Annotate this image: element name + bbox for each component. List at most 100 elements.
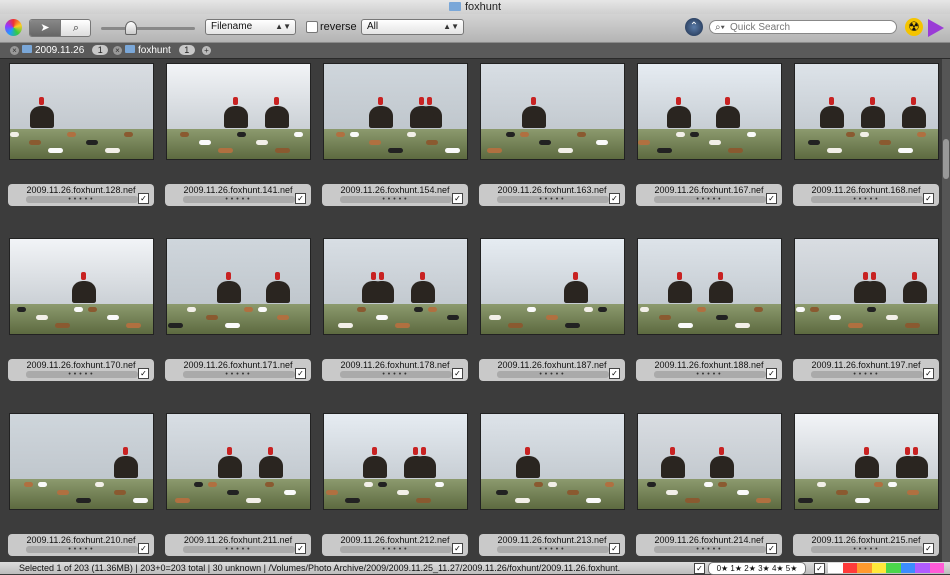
scrollbar-thumb[interactable]: [943, 139, 949, 179]
star-rating[interactable]: •••••: [497, 371, 609, 378]
star-rating[interactable]: •••••: [497, 546, 609, 553]
thumbnail-cell[interactable]: 2009.11.26.foxhunt.214.nef ••••• ✓: [636, 409, 782, 561]
photo-thumbnail[interactable]: [10, 64, 153, 159]
thumbnail-cell[interactable]: 2009.11.26.foxhunt.168.nef ••••• ✓: [793, 59, 939, 211]
color-label-swatch[interactable]: [886, 563, 901, 573]
star-rating[interactable]: •••••: [811, 196, 923, 203]
thumbnail-select-checkbox[interactable]: ✓: [138, 193, 149, 204]
filter-select[interactable]: All ▲▼: [361, 19, 464, 35]
close-tab-icon[interactable]: ×: [10, 46, 19, 55]
star-rating[interactable]: •••••: [654, 546, 766, 553]
reverse-checkbox[interactable]: [306, 21, 318, 33]
thumbnail-select-checkbox[interactable]: ✓: [138, 543, 149, 554]
photo-thumbnail[interactable]: [324, 239, 467, 334]
navigation-circle-icon[interactable]: ⌃: [685, 18, 703, 36]
close-tab-icon[interactable]: ×: [113, 46, 122, 55]
thumbnail-select-checkbox[interactable]: ✓: [766, 193, 777, 204]
thumbnail-select-checkbox[interactable]: ✓: [452, 543, 463, 554]
thumbnail-select-checkbox[interactable]: ✓: [609, 193, 620, 204]
star-rating[interactable]: •••••: [340, 196, 452, 203]
star-rating[interactable]: •••••: [340, 546, 452, 553]
photo-thumbnail[interactable]: [481, 239, 624, 334]
tool-mode-segmented-control[interactable]: ➤ ⌕: [29, 19, 91, 37]
color-label-swatch[interactable]: [900, 563, 915, 573]
thumbnail-cell[interactable]: 2009.11.26.foxhunt.213.nef ••••• ✓: [479, 409, 625, 561]
photo-thumbnail[interactable]: [167, 239, 310, 334]
thumbnail-select-checkbox[interactable]: ✓: [923, 193, 934, 204]
star-rating[interactable]: •••••: [183, 196, 295, 203]
thumbnail-size-slider[interactable]: [101, 27, 195, 30]
photo-thumbnail[interactable]: [795, 64, 938, 159]
thumbnail-select-checkbox[interactable]: ✓: [923, 543, 934, 554]
photo-thumbnail[interactable]: [481, 414, 624, 509]
color-label-swatch[interactable]: [857, 563, 872, 573]
thumbnail-cell[interactable]: 2009.11.26.foxhunt.211.nef ••••• ✓: [165, 409, 311, 561]
thumbnail-select-checkbox[interactable]: ✓: [452, 193, 463, 204]
color-label-swatch[interactable]: [929, 563, 944, 573]
star-rating[interactable]: •••••: [811, 371, 923, 378]
add-tab-button[interactable]: +: [202, 44, 214, 57]
thumbnail-cell[interactable]: 2009.11.26.foxhunt.188.nef ••••• ✓: [636, 234, 782, 386]
photo-thumbnail[interactable]: [638, 414, 781, 509]
star-rating[interactable]: •••••: [26, 196, 138, 203]
thumbnail-cell[interactable]: 2009.11.26.foxhunt.210.nef ••••• ✓: [8, 409, 154, 561]
photo-thumbnail[interactable]: [638, 64, 781, 159]
thumbnail-cell[interactable]: 2009.11.26.foxhunt.178.nef ••••• ✓: [322, 234, 468, 386]
thumbnail-select-checkbox[interactable]: ✓: [766, 368, 777, 379]
thumbnail-cell[interactable]: 2009.11.26.foxhunt.128.nef ••••• ✓: [8, 59, 154, 211]
photo-thumbnail[interactable]: [167, 414, 310, 509]
thumbnail-select-checkbox[interactable]: ✓: [295, 193, 306, 204]
photo-thumbnail[interactable]: [481, 64, 624, 159]
radiation-icon[interactable]: ☢: [905, 18, 923, 36]
thumbnail-select-checkbox[interactable]: ✓: [138, 368, 149, 379]
zoom-tool-icon[interactable]: ⌕: [60, 20, 91, 36]
photo-thumbnail[interactable]: [167, 64, 310, 159]
star-rating[interactable]: •••••: [811, 546, 923, 553]
star-rating[interactable]: •••••: [497, 196, 609, 203]
thumbnail-select-checkbox[interactable]: ✓: [923, 368, 934, 379]
photo-thumbnail[interactable]: [638, 239, 781, 334]
photo-thumbnail[interactable]: [10, 414, 153, 509]
color-label-swatch[interactable]: [828, 563, 843, 573]
star-rating[interactable]: •••••: [654, 371, 766, 378]
star-rating[interactable]: •••••: [183, 546, 295, 553]
thumbnail-cell[interactable]: 2009.11.26.foxhunt.170.nef ••••• ✓: [8, 234, 154, 386]
thumbnail-cell[interactable]: 2009.11.26.foxhunt.141.nef ••••• ✓: [165, 59, 311, 211]
thumbnail-cell[interactable]: 2009.11.26.foxhunt.212.nef ••••• ✓: [322, 409, 468, 561]
star-rating[interactable]: •••••: [340, 371, 452, 378]
thumbnail-select-checkbox[interactable]: ✓: [295, 368, 306, 379]
photo-thumbnail[interactable]: [795, 414, 938, 509]
star-rating[interactable]: •••••: [26, 371, 138, 378]
photo-thumbnail[interactable]: [795, 239, 938, 334]
sort-field-select[interactable]: Filename ▲▼: [205, 19, 296, 35]
thumbnail-cell[interactable]: 2009.11.26.foxhunt.197.nef ••••• ✓: [793, 234, 939, 386]
app-logo-icon[interactable]: [5, 19, 22, 36]
star-rating[interactable]: •••••: [654, 196, 766, 203]
rating-filter[interactable]: 0★ 1★ 2★ 3★ 4★ 5★: [708, 562, 806, 575]
quick-search-input[interactable]: ⌕▾ Quick Search: [709, 20, 897, 34]
color-label-swatch[interactable]: [871, 563, 886, 573]
vertical-scrollbar[interactable]: [942, 59, 950, 562]
color-label-checkbox[interactable]: ✓: [814, 563, 825, 574]
photo-thumbnail[interactable]: [324, 64, 467, 159]
color-label-swatch[interactable]: [842, 563, 857, 573]
thumbnail-select-checkbox[interactable]: ✓: [452, 368, 463, 379]
thumbnail-select-checkbox[interactable]: ✓: [609, 368, 620, 379]
color-label-swatch[interactable]: [915, 563, 930, 573]
tab-date-folder[interactable]: × 2009.11.26 1: [10, 44, 109, 57]
tab-foxhunt[interactable]: × foxhunt 1: [113, 44, 195, 57]
color-label-filter[interactable]: [828, 563, 944, 573]
thumbnail-cell[interactable]: 2009.11.26.foxhunt.163.nef ••••• ✓: [479, 59, 625, 211]
photo-thumbnail[interactable]: [324, 414, 467, 509]
thumbnail-select-checkbox[interactable]: ✓: [609, 543, 620, 554]
thumbnail-cell[interactable]: 2009.11.26.foxhunt.187.nef ••••• ✓: [479, 234, 625, 386]
pointer-tool-icon[interactable]: ➤: [30, 20, 60, 36]
star-rating[interactable]: •••••: [26, 546, 138, 553]
thumbnail-select-checkbox[interactable]: ✓: [766, 543, 777, 554]
star-rating[interactable]: •••••: [183, 371, 295, 378]
photo-thumbnail[interactable]: [10, 239, 153, 334]
play-slideshow-icon[interactable]: [928, 19, 944, 37]
thumbnail-size-slider-knob[interactable]: [125, 21, 137, 35]
status-checkbox[interactable]: ✓: [694, 563, 705, 574]
thumbnail-cell[interactable]: 2009.11.26.foxhunt.167.nef ••••• ✓: [636, 59, 782, 211]
